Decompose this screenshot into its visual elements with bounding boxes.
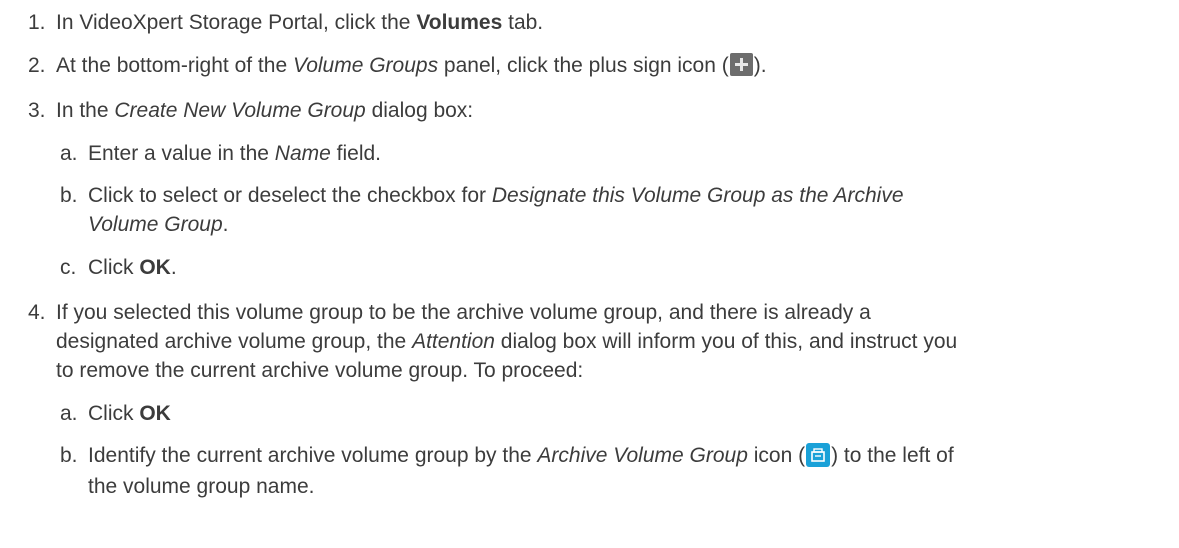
step-4b: b. Identify the current archive volume gr… <box>60 442 1170 470</box>
substep-text: Click to select or deselect the checkbox… <box>88 184 492 207</box>
step-3b: b. Click to select or deselect the checkb… <box>60 182 1170 210</box>
step-text: In VideoXpert Storage Portal, click the <box>56 11 417 34</box>
step-3: 3. In the Create New Volume Group dialog … <box>28 97 1168 125</box>
substep-letter: a. <box>60 402 78 425</box>
step-4a: a. Click OK <box>60 400 1170 428</box>
step-4b-continuation: the volume group name. <box>88 473 314 501</box>
step-text: dialog box will inform you of this, and … <box>494 330 958 353</box>
substep-letter: b. <box>60 444 78 467</box>
substep-text: Click <box>88 256 140 279</box>
substep-bold-text: OK <box>139 256 171 279</box>
substep-italic-text: Archive Volume Group <box>537 444 748 467</box>
step-text: to remove the current archive volume gro… <box>56 359 584 382</box>
substep-text: the volume group name. <box>88 475 315 498</box>
step-italic-text: Volume Groups <box>292 54 439 77</box>
substep-letter: b. <box>60 184 78 207</box>
substep-bold-text: OK <box>139 402 171 425</box>
step-4: 4. If you selected this volume group to b… <box>28 299 1168 327</box>
substep-text: . <box>222 213 229 236</box>
substep-italic-text: Name <box>274 142 331 165</box>
archive-volume-group-icon <box>806 443 831 467</box>
step-text: designated archive volume group, the <box>56 330 413 353</box>
substep-text: Enter a value in the <box>88 142 275 165</box>
step-3b-continuation: Volume Group. <box>88 211 228 239</box>
substep-text: Click <box>88 402 140 425</box>
step-4-line-2: designated archive volume group, the Att… <box>56 328 957 356</box>
step-bold-text: Volumes <box>416 11 503 34</box>
step-3c: c. Click OK. <box>60 254 1170 282</box>
step-1: 1. In VideoXpert Storage Portal, click th… <box>28 9 1168 37</box>
step-text: ). <box>753 54 767 77</box>
step-text: panel, click the plus sign icon ( <box>438 54 729 77</box>
step-text: In the <box>56 99 115 122</box>
substep-letter: c. <box>60 256 77 279</box>
substep-italic-text: Designate this Volume Group as the Archi… <box>491 184 904 207</box>
substep-text: icon ( <box>747 444 806 467</box>
step-3a: a. Enter a value in the Name field. <box>60 140 1170 168</box>
step-italic-text: Attention <box>412 330 495 353</box>
step-italic-text: Create New Volume Group <box>114 99 366 122</box>
step-number: 2. <box>28 54 46 77</box>
step-text: tab. <box>502 11 544 34</box>
substep-letter: a. <box>60 142 78 165</box>
step-text: If you selected this volume group to be … <box>56 301 871 324</box>
substep-text: field. <box>330 142 382 165</box>
substep-text: ) to the left of <box>831 444 954 467</box>
step-number: 1. <box>28 11 46 34</box>
plus-icon <box>729 53 753 76</box>
step-number: 3. <box>28 99 46 122</box>
step-4-line-3: to remove the current archive volume gro… <box>56 357 583 385</box>
substep-italic-text: Volume Group <box>88 213 223 236</box>
step-text: dialog box: <box>365 99 474 122</box>
substep-text: . <box>170 256 177 279</box>
step-2: 2. At the bottom-right of the Volume Grou… <box>28 52 1168 80</box>
step-text: At the bottom-right of the <box>56 54 293 77</box>
step-number: 4. <box>28 301 46 324</box>
instructions-document: 1. In VideoXpert Storage Portal, click th… <box>0 0 1179 548</box>
substep-text: Identify the current archive volume grou… <box>88 444 538 467</box>
